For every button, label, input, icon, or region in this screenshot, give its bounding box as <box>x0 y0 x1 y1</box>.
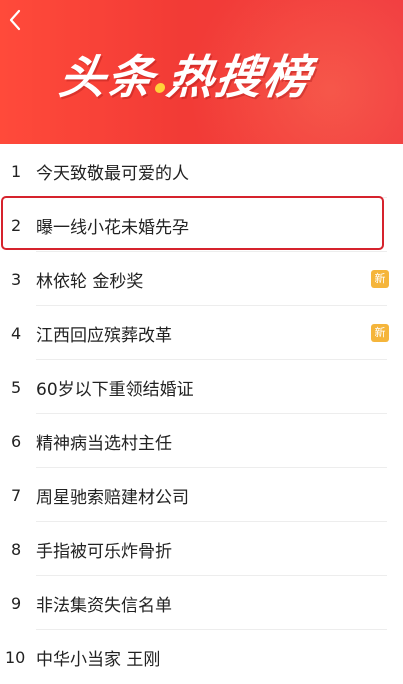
new-badge: 新 <box>371 324 389 342</box>
rank-number: 9 <box>11 593 22 613</box>
list-item[interactable]: 4 江西回应殡葬改革 新 <box>0 306 403 360</box>
item-title: 江西回应殡葬改革 <box>36 325 172 346</box>
rank-number: 5 <box>11 377 22 397</box>
rank-number: 10 <box>5 647 26 667</box>
rank-number: 1 <box>11 161 22 181</box>
list-item[interactable]: 8 手指被可乐炸骨折 <box>0 522 403 576</box>
title-dot-icon <box>154 83 166 93</box>
list-item[interactable]: 5 60岁以下重领结婚证 <box>0 360 403 414</box>
list-item[interactable]: 6 精神病当选村主任 <box>0 414 403 468</box>
item-title: 精神病当选村主任 <box>36 433 172 454</box>
rank-number: 4 <box>11 323 22 343</box>
new-badge: 新 <box>371 270 389 288</box>
list-item[interactable]: 2 曝一线小花未婚先孕 <box>0 198 403 252</box>
item-title: 60岁以下重领结婚证 <box>36 379 194 400</box>
list-item[interactable]: 3 林依轮 金秒奖 新 <box>0 252 403 306</box>
rank-number: 2 <box>11 215 22 235</box>
rank-number: 6 <box>11 431 22 451</box>
rank-number: 7 <box>11 485 22 505</box>
item-title: 林依轮 金秒奖 <box>36 271 144 292</box>
item-title: 非法集资失信名单 <box>36 595 172 616</box>
item-title: 手指被可乐炸骨折 <box>36 541 172 562</box>
item-title: 今天致敬最可爱的人 <box>36 163 189 184</box>
chevron-left-icon <box>9 9 21 31</box>
item-title: 中华小当家 王刚 <box>36 649 161 670</box>
rank-number: 3 <box>11 269 22 289</box>
list-item[interactable]: 9 非法集资失信名单 <box>0 576 403 630</box>
back-button[interactable] <box>2 6 28 34</box>
list-item[interactable]: 7 周星驰索赔建材公司 <box>0 468 403 522</box>
page-title-part1: 头条 <box>55 50 160 104</box>
item-title: 周星驰索赔建材公司 <box>36 487 189 508</box>
hot-search-list: 1 今天致敬最可爱的人 2 曝一线小花未婚先孕 3 林依轮 金秒奖 新 4 江西… <box>0 144 403 684</box>
page-title-part2: 热搜榜 <box>163 50 316 104</box>
item-title: 曝一线小花未婚先孕 <box>36 217 189 238</box>
header-banner: 头条 热搜榜 <box>0 0 403 144</box>
page-title: 头条 热搜榜 <box>54 34 317 114</box>
rank-number: 8 <box>11 539 22 559</box>
list-item[interactable]: 1 今天致敬最可爱的人 <box>0 144 403 198</box>
